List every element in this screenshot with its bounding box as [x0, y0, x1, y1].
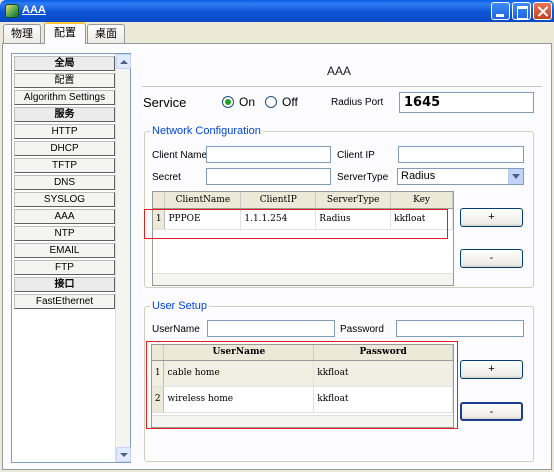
sidebar-item-algorithm-settings[interactable]: Algorithm Settings	[14, 90, 115, 105]
window-title: AAA	[22, 4, 46, 16]
cell-password[interactable]: kkfloat	[313, 360, 453, 387]
sidebar-list: 全局配置 Algorithm Settings 服务 HTTP DHCP TFTP DNS S…	[14, 56, 115, 311]
column-header-clientname[interactable]: ClientName	[164, 192, 242, 209]
sidebar-scrollbar[interactable]	[115, 54, 131, 462]
service-on-radio[interactable]	[222, 96, 234, 108]
page-title: AAA	[327, 64, 352, 78]
row-number-header	[153, 192, 166, 209]
username-input[interactable]	[207, 320, 335, 337]
sidebar-item-dhcp[interactable]: DHCP	[14, 141, 115, 156]
secret-label: Secret	[152, 172, 181, 183]
client-ip-input[interactable]	[398, 146, 524, 163]
client-table: ClientName ClientIP ServerType Key 1 PPP…	[152, 191, 454, 286]
maximize-button[interactable]	[512, 2, 531, 20]
cell-client-name[interactable]: PPPOE	[164, 208, 242, 230]
column-header-key[interactable]: Key	[390, 192, 453, 209]
radius-port-label: Radius Port	[331, 97, 384, 108]
tab-physical[interactable]: 物理	[3, 24, 41, 43]
minimize-button[interactable]	[491, 2, 510, 20]
cell-server-type[interactable]: Radius	[315, 208, 392, 230]
cell-password[interactable]: kkfloat	[313, 386, 453, 413]
tab-desktop[interactable]: 桌面	[87, 24, 125, 43]
add-user-button[interactable]: +	[460, 360, 523, 379]
username-label: UserName	[152, 324, 200, 335]
table-scrollbar[interactable]	[153, 273, 453, 285]
app-icon	[5, 4, 19, 18]
client-name-input[interactable]	[206, 146, 331, 163]
client-name-label: Client Name	[152, 150, 208, 161]
add-client-button[interactable]: +	[460, 208, 523, 227]
sidebar-item-ntp[interactable]: NTP	[14, 226, 115, 241]
row-number: 1	[152, 360, 165, 387]
server-type-select[interactable]: Radius	[397, 168, 524, 185]
sidebar-item-email[interactable]: EMAIL	[14, 243, 115, 258]
row-number-header	[152, 345, 165, 361]
sidebar-item-全局[interactable]: 全局	[14, 56, 115, 71]
sidebar-item-http[interactable]: HTTP	[14, 124, 115, 139]
server-type-label: ServerType	[337, 172, 389, 183]
radius-port-input[interactable]: 1645	[399, 92, 534, 113]
cell-client-ip[interactable]: 1.1.1.254	[240, 208, 317, 230]
sidebar-item-服务[interactable]: 服务	[14, 107, 115, 122]
service-label: Service	[143, 95, 187, 110]
scroll-down-button[interactable]	[116, 447, 131, 462]
sidebar-item-fastethernet[interactable]: FastEthernet	[14, 294, 115, 309]
tab-config[interactable]: 配置	[44, 22, 86, 44]
password-input[interactable]	[396, 320, 524, 337]
service-off-radio[interactable]	[265, 96, 277, 108]
column-header-servertype[interactable]: ServerType	[315, 192, 392, 209]
client-ip-label: Client IP	[337, 150, 375, 161]
remove-user-button[interactable]: -	[460, 402, 523, 421]
sidebar-item-aaa[interactable]: AAA	[14, 209, 115, 224]
column-header-username[interactable]: UserName	[163, 345, 315, 361]
sidebar-item-tftp[interactable]: TFTP	[14, 158, 115, 173]
sidebar-item-接口[interactable]: 接口	[14, 277, 115, 292]
close-button[interactable]	[533, 2, 552, 20]
service-off-label: Off	[282, 95, 298, 109]
secret-input[interactable]	[206, 168, 331, 185]
cell-username[interactable]: cable home	[163, 360, 315, 387]
password-label: Password	[340, 324, 384, 335]
cell-key[interactable]: kkfloat	[390, 208, 453, 230]
column-header-clientip[interactable]: ClientIP	[240, 192, 317, 209]
server-type-value: Radius	[401, 170, 436, 182]
sidebar-item-dns[interactable]: DNS	[14, 175, 115, 190]
cell-username[interactable]: wireless home	[163, 386, 315, 413]
sidebar-item-syslog[interactable]: SYSLOG	[14, 192, 115, 207]
remove-client-button[interactable]: -	[460, 249, 523, 268]
row-number: 2	[152, 386, 165, 413]
row-number: 1	[153, 208, 166, 230]
table-row[interactable]: 2 wireless home kkfloat	[152, 386, 453, 413]
table-scrollbar[interactable]	[152, 415, 453, 427]
user-setup-title: User Setup	[150, 300, 210, 312]
sidebar-item-配置[interactable]: 配置	[14, 73, 115, 88]
user-table: UserName Password 1 cable home kkfloat 2…	[151, 344, 454, 428]
sidebar-item-ftp[interactable]: FTP	[14, 260, 115, 275]
column-header-password[interactable]: Password	[313, 345, 453, 361]
scroll-up-button[interactable]	[116, 54, 131, 69]
divider	[142, 86, 542, 87]
network-configuration-title: Network Configuration	[150, 125, 263, 137]
table-row[interactable]: 1 PPPOE 1.1.1.254 Radius kkfloat	[153, 208, 453, 230]
service-on-label: On	[239, 95, 256, 109]
chevron-down-icon[interactable]	[508, 169, 523, 184]
sidebar: 全局配置 Algorithm Settings 服务 HTTP DHCP TFTP DNS S…	[11, 53, 131, 463]
table-row[interactable]: 1 cable home kkfloat	[152, 360, 453, 387]
title-bar: AAA	[0, 0, 554, 22]
